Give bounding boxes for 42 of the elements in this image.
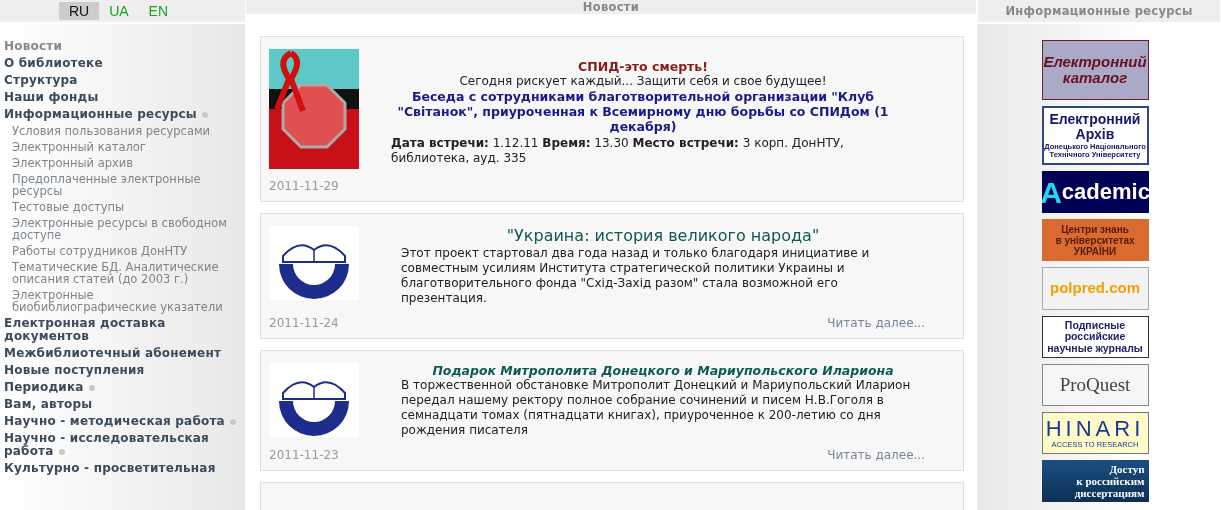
menu-item[interactable]: Научно - методическая работа <box>4 413 241 430</box>
menu-item[interactable]: Информационные ресурсы <box>4 106 241 123</box>
read-more-link[interactable]: Читать далее... <box>827 316 925 330</box>
menu-item[interactable]: Периодика <box>4 379 241 396</box>
news-text: В торжественной обстановке Митрополит Донецкий и Мариупольский Иларион передал нашему ректору полное собрание сочинений и писем Н.В.Гоголя в семнадцати томах (пятнадцати книгах), приуроченное к 200-летию со дня рождения писателя <box>401 378 912 438</box>
menu-item[interactable]: Межбиблиотечный абонемент <box>4 345 241 362</box>
news-date: 2011-11-29 <box>269 179 339 193</box>
submenu-item[interactable]: Электронные ресурсы в свободном доступе <box>4 215 241 243</box>
menu-item[interactable]: Наши фонды <box>4 89 241 106</box>
submenu-item[interactable]: Тестовые доступы <box>4 199 241 215</box>
resource-banner[interactable]: Електронний каталог <box>1041 40 1149 100</box>
submenu-item[interactable]: Работы сотрудников ДонНТУ <box>4 243 241 259</box>
news-link[interactable]: Беседа с сотрудниками благотворительной организации "Клуб "Світанок", приуроченная к Всемирному дню борьбы со СПИДом (1 декабря) <box>391 89 895 134</box>
resource-banner[interactable]: ProQuest <box>1041 364 1149 406</box>
menu-item[interactable]: Научно - исследовательская работа <box>4 430 241 460</box>
column-title: Информационные ресурсы <box>978 0 1220 24</box>
menu-item[interactable]: Структура <box>4 72 241 89</box>
resource-banner[interactable]: Центри знань в університетах УКРАЇНИ <box>1041 219 1149 261</box>
resource-banner[interactable]: Доступ к российским диссертациям <box>1041 460 1149 502</box>
news-text: Этот проект стартовал два года назад и только благодаря инициативе и совместным усилиям Института стратегической политики Украины и благотворительного фонда "Схід-Захід разом" стала возможной его презентация. <box>401 246 871 306</box>
submenu-item[interactable]: Условия пользования ресурсами <box>4 123 241 139</box>
news-date: 2011-11-23 <box>269 448 339 462</box>
news-title: Подарок Митрополита Донецкого и Мариупольского Илариона <box>431 363 895 378</box>
resource-banner[interactable]: Academic <box>1041 171 1149 213</box>
news-title: СПИД-это смерть! <box>577 59 709 74</box>
read-more-link[interactable]: Читать далее... <box>827 448 925 462</box>
submenu-item[interactable]: Электронные биобиблиографические указатели <box>4 287 241 315</box>
menu-item[interactable]: Культурно - просветительная <box>4 460 241 477</box>
news-subtitle: Сегодня рискует каждый... Защити себя и свое будущее! <box>458 74 828 89</box>
language-link[interactable]: RU <box>58 2 100 20</box>
menu-item[interactable]: Новые поступления <box>4 362 241 379</box>
submenu-item[interactable]: Предоплаченные электронные ресурсы <box>4 171 241 199</box>
column-title: Новости <box>246 0 976 16</box>
submenu-item[interactable]: Электронный архив <box>4 155 241 171</box>
menu-item[interactable]: О библиотеке <box>4 55 241 72</box>
event-details: Дата встречи: 1.12.11 Время: 13.30 Место встречи: 3 корп. ДонНТУ, библиотека, ауд. 335 <box>391 136 845 166</box>
menu-item[interactable]: Вам, авторы <box>4 396 241 413</box>
menu-item[interactable]: Електронная доставка документов <box>4 315 241 345</box>
submenu-item[interactable]: Электронный каталог <box>4 139 241 155</box>
news-date: 2011-11-24 <box>269 316 339 330</box>
news-title: "Украина: история великого народа" <box>505 226 821 246</box>
resource-banner[interactable]: Подписные российские научные журналы <box>1041 316 1149 358</box>
